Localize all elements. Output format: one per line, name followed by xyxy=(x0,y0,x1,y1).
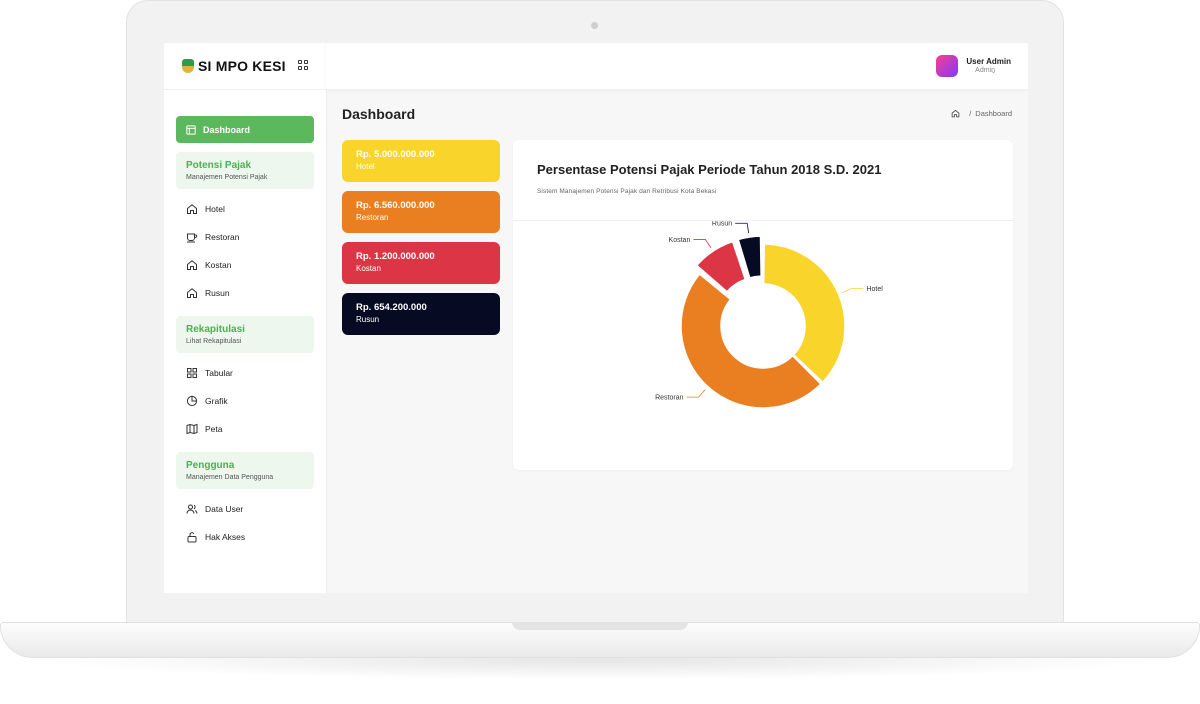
menu-grid-toggle-icon[interactable] xyxy=(298,60,309,71)
sidebar-item-hotel[interactable]: Hotel xyxy=(164,195,326,223)
sidebar-item-tabular[interactable]: Tabular xyxy=(164,359,326,387)
stat-card-hotel[interactable]: Rp. 5.000.000.000 Hotel xyxy=(342,140,500,182)
chart-card: Persentase Potensi Pajak Periode Tahun 2… xyxy=(513,140,1013,470)
section-potensi-pajak: Potensi Pajak Manajemen Potensi Pajak xyxy=(176,152,314,189)
stat-value: Rp. 5.000.000.000 xyxy=(356,149,435,160)
breadcrumb-separator: / xyxy=(969,109,972,118)
home-icon xyxy=(186,259,198,271)
sidebar-nav: Dashboard Potensi Pajak Manajemen Potens… xyxy=(164,90,326,551)
stat-value: Rp. 1.200.000.000 xyxy=(356,251,435,262)
page-title: Dashboard xyxy=(342,106,416,122)
grid-icon xyxy=(186,367,198,379)
laptop-camera xyxy=(591,22,598,29)
donut-leader-line xyxy=(735,222,750,234)
stat-label: Rusun xyxy=(356,315,380,324)
sidebar-item-label: Tabular xyxy=(205,368,233,378)
stat-value: Rp. 6.560.000.000 xyxy=(356,200,435,211)
users-icon xyxy=(186,503,198,515)
sidebar-item-grafik[interactable]: Grafik xyxy=(164,387,326,415)
stat-label: Restoran xyxy=(356,213,389,222)
donut-label-hotel: Hotel xyxy=(866,286,883,293)
section-subtitle: Manajemen Data Pengguna xyxy=(186,474,274,481)
sidebar-item-label: Kostan xyxy=(205,260,232,270)
stat-label: Hotel xyxy=(356,162,375,171)
donut-label-kostan: Kostan xyxy=(669,237,691,244)
donut-leader-line xyxy=(686,389,706,398)
section-title: Rekapitulasi xyxy=(186,324,245,335)
sidebar-item-data-user[interactable]: Data User xyxy=(164,495,326,523)
municipal-logo-icon xyxy=(182,59,194,73)
home-icon xyxy=(186,203,198,215)
brand-name: SI MPO KESI xyxy=(198,58,286,74)
stat-card-rusun[interactable]: Rp. 654.200.000 Rusun xyxy=(342,293,500,335)
donut-label-restoran: Restoran xyxy=(655,395,684,402)
section-title: Pengguna xyxy=(186,460,235,471)
section-rekapitulasi: Rekapitulasi Lihat Rekapitulasi xyxy=(176,316,314,353)
sidebar-item-restoran[interactable]: Restoran xyxy=(164,223,326,251)
home-icon[interactable] xyxy=(951,109,960,118)
sidebar-item-label: Rusun xyxy=(205,288,230,298)
stat-label: Kostan xyxy=(356,264,381,273)
sidebar-item-label: Hak Akses xyxy=(205,532,246,542)
sidebar-item-label: Data User xyxy=(205,504,244,514)
sidebar-item-label: Grafik xyxy=(205,396,228,406)
coffee-cup-icon xyxy=(186,231,198,243)
chart-subtitle: Sistem Manajemen Potensi Pajak dan Retri… xyxy=(537,188,717,195)
sidebar-item-rusun[interactable]: Rusun xyxy=(164,279,326,307)
unlock-icon xyxy=(186,531,198,543)
stat-value: Rp. 654.200.000 xyxy=(356,302,427,313)
donut-label-rusun: Rusun xyxy=(712,221,732,228)
section-subtitle: Lihat Rekapitulasi xyxy=(186,338,242,345)
donut-leader-line xyxy=(842,288,864,293)
brand[interactable]: SI MPO KESI xyxy=(164,43,326,90)
app-screen: SI MPO KESI Dashboard Potensi Pajak Mana… xyxy=(164,43,1028,593)
top-bar: User Admin Admin ⌄ xyxy=(326,43,1028,89)
stat-card-restoran[interactable]: Rp. 6.560.000.000 Restoran xyxy=(342,191,500,233)
breadcrumb-current: Dashboard xyxy=(975,109,1012,118)
map-icon xyxy=(186,423,198,435)
avatar[interactable] xyxy=(936,55,958,77)
chart-title: Persentase Potensi Pajak Periode Tahun 2… xyxy=(537,162,882,177)
user-name[interactable]: User Admin xyxy=(966,57,1011,66)
donut-leader-line xyxy=(693,239,712,248)
donut-chart: Hotel Restoran Kostan Rusun xyxy=(655,221,883,409)
sidebar-item-hak-akses[interactable]: Hak Akses xyxy=(164,523,326,551)
sidebar-item-label: Hotel xyxy=(205,204,225,214)
stat-card-kostan[interactable]: Rp. 1.200.000.000 Kostan xyxy=(342,242,500,284)
donut-slice-hotel[interactable] xyxy=(762,243,846,384)
pie-chart-icon xyxy=(186,395,198,407)
sidebar-item-label: Peta xyxy=(205,424,223,434)
breadcrumb: / Dashboard xyxy=(951,109,1012,118)
section-pengguna: Pengguna Manajemen Data Pengguna xyxy=(176,452,314,489)
section-subtitle: Manajemen Potensi Pajak xyxy=(186,174,268,181)
sidebar-item-dashboard[interactable]: Dashboard xyxy=(176,116,314,143)
layout-icon xyxy=(186,124,196,135)
home-icon xyxy=(186,287,198,299)
sidebar-item-label: Restoran xyxy=(205,232,240,242)
sidebar-item-peta[interactable]: Peta xyxy=(164,415,326,443)
chevron-down-icon[interactable]: ⌄ xyxy=(991,68,996,75)
laptop-notch xyxy=(512,622,688,630)
sidebar-item-label: Dashboard xyxy=(203,124,251,135)
sidebar: SI MPO KESI Dashboard Potensi Pajak Mana… xyxy=(164,43,327,593)
section-title: Potensi Pajak xyxy=(186,160,252,171)
sidebar-item-kostan[interactable]: Kostan xyxy=(164,251,326,279)
